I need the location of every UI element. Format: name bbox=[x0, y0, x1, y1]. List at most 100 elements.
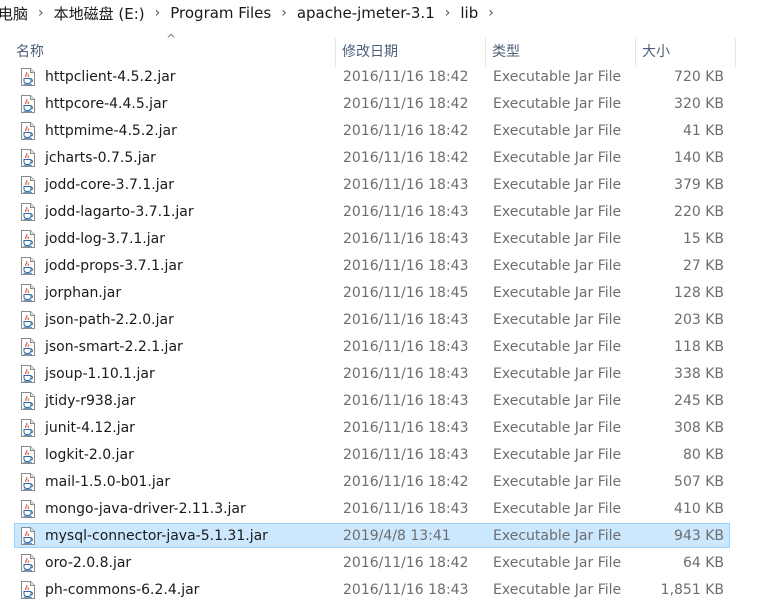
column-header-date[interactable]: 修改日期 bbox=[336, 38, 484, 67]
file-row[interactable]: jodd-lagarto-3.7.1.jar 2016/11/16 18:43 … bbox=[14, 199, 730, 224]
file-type: Executable Jar File bbox=[493, 555, 622, 571]
file-row[interactable]: mail-1.5.0-b01.jar 2016/11/16 18:42 Exec… bbox=[14, 469, 730, 494]
java-jar-file-icon bbox=[19, 473, 37, 491]
file-row[interactable]: logkit-2.0.jar 2016/11/16 18:43 Executab… bbox=[14, 442, 730, 467]
file-type: Executable Jar File bbox=[493, 177, 622, 193]
breadcrumb-chevron-icon[interactable]: › bbox=[275, 5, 293, 21]
file-modified-date: 2016/11/16 18:43 bbox=[343, 231, 469, 247]
file-size: 140 KB bbox=[674, 150, 724, 166]
file-modified-date: 2016/11/16 18:43 bbox=[343, 366, 469, 382]
java-jar-file-icon bbox=[19, 446, 37, 464]
java-jar-file-icon bbox=[19, 338, 37, 356]
file-row[interactable]: ph-commons-6.2.4.jar 2016/11/16 18:43 Ex… bbox=[14, 577, 730, 602]
file-row[interactable]: jcharts-0.7.5.jar 2016/11/16 18:42 Execu… bbox=[14, 145, 730, 170]
file-row[interactable]: httpmime-4.5.2.jar 2016/11/16 18:42 Exec… bbox=[14, 118, 730, 143]
file-row[interactable]: httpcore-4.4.5.jar 2016/11/16 18:42 Exec… bbox=[14, 91, 730, 116]
java-jar-file-icon bbox=[19, 527, 37, 545]
file-size: 720 KB bbox=[674, 69, 724, 85]
file-modified-date: 2016/11/16 18:43 bbox=[343, 312, 469, 328]
file-modified-date: 2016/11/16 18:42 bbox=[343, 96, 469, 112]
file-size: 410 KB bbox=[674, 501, 724, 517]
file-name: httpcore-4.4.5.jar bbox=[45, 96, 168, 112]
file-type: Executable Jar File bbox=[493, 258, 622, 274]
file-size: 320 KB bbox=[674, 96, 724, 112]
file-modified-date: 2016/11/16 18:45 bbox=[343, 285, 469, 301]
file-row[interactable]: jodd-log-3.7.1.jar 2016/11/16 18:43 Exec… bbox=[14, 226, 730, 251]
file-row[interactable]: junit-4.12.jar 2016/11/16 18:43 Executab… bbox=[14, 415, 730, 440]
breadcrumb-item-computer[interactable]: 电脑 bbox=[0, 3, 32, 24]
file-row[interactable]: mysql-connector-java-5.1.31.jar 2019/4/8… bbox=[14, 523, 730, 548]
file-size: 64 KB bbox=[682, 555, 724, 571]
java-jar-file-icon bbox=[19, 365, 37, 383]
file-size: 245 KB bbox=[674, 393, 724, 409]
file-row[interactable]: jorphan.jar 2016/11/16 18:45 Executable … bbox=[14, 280, 730, 305]
breadcrumb-chevron-icon[interactable]: › bbox=[482, 5, 500, 21]
file-name: mail-1.5.0-b01.jar bbox=[45, 474, 171, 490]
file-row[interactable]: jtidy-r938.jar 2016/11/16 18:43 Executab… bbox=[14, 388, 730, 413]
breadcrumb-item-program-files[interactable]: Program Files bbox=[166, 4, 275, 22]
java-jar-file-icon bbox=[19, 68, 37, 86]
file-name: jodd-props-3.7.1.jar bbox=[45, 258, 183, 274]
file-size: 15 KB bbox=[682, 231, 724, 247]
file-row[interactable]: oro-2.0.8.jar 2016/11/16 18:42 Executabl… bbox=[14, 550, 730, 575]
java-jar-file-icon bbox=[19, 149, 37, 167]
breadcrumb-item-jmeter[interactable]: apache-jmeter-3.1 bbox=[293, 4, 439, 22]
file-type: Executable Jar File bbox=[493, 150, 622, 166]
file-row[interactable]: json-smart-2.2.1.jar 2016/11/16 18:43 Ex… bbox=[14, 334, 730, 359]
file-type: Executable Jar File bbox=[493, 393, 622, 409]
breadcrumb-item-drive[interactable]: 本地磁盘 (E:) bbox=[50, 3, 149, 24]
file-type: Executable Jar File bbox=[493, 366, 622, 382]
file-size: 203 KB bbox=[674, 312, 724, 328]
file-modified-date: 2016/11/16 18:43 bbox=[343, 582, 469, 598]
file-modified-date: 2016/11/16 18:43 bbox=[343, 447, 469, 463]
file-type: Executable Jar File bbox=[493, 582, 622, 598]
column-divider[interactable] bbox=[735, 38, 736, 67]
java-jar-file-icon bbox=[19, 419, 37, 437]
file-row[interactable]: json-path-2.2.0.jar 2016/11/16 18:43 Exe… bbox=[14, 307, 730, 332]
file-name: jodd-log-3.7.1.jar bbox=[45, 231, 165, 247]
file-size: 118 KB bbox=[674, 339, 724, 355]
file-modified-date: 2016/11/16 18:43 bbox=[343, 339, 469, 355]
file-name: jcharts-0.7.5.jar bbox=[45, 150, 156, 166]
file-modified-date: 2016/11/16 18:43 bbox=[343, 420, 469, 436]
java-jar-file-icon bbox=[19, 581, 37, 599]
java-jar-file-icon bbox=[19, 392, 37, 410]
file-type: Executable Jar File bbox=[493, 204, 622, 220]
breadcrumb-item-lib[interactable]: lib bbox=[456, 4, 482, 22]
file-name: mongo-java-driver-2.11.3.jar bbox=[45, 501, 246, 517]
file-name: httpclient-4.5.2.jar bbox=[45, 69, 176, 85]
file-type: Executable Jar File bbox=[493, 528, 622, 544]
file-modified-date: 2016/11/16 18:43 bbox=[343, 204, 469, 220]
file-name: jsoup-1.10.1.jar bbox=[45, 366, 155, 382]
file-row[interactable]: jsoup-1.10.1.jar 2016/11/16 18:43 Execut… bbox=[14, 361, 730, 386]
file-modified-date: 2016/11/16 18:42 bbox=[343, 69, 469, 85]
java-jar-file-icon bbox=[19, 176, 37, 194]
file-modified-date: 2019/4/8 13:41 bbox=[343, 528, 451, 544]
file-name: httpmime-4.5.2.jar bbox=[45, 123, 177, 139]
column-header-name[interactable]: 名称 bbox=[10, 38, 335, 67]
column-header-type[interactable]: 类型 bbox=[486, 38, 634, 67]
breadcrumb-chevron-icon[interactable]: › bbox=[149, 5, 167, 21]
file-type: Executable Jar File bbox=[493, 420, 622, 436]
breadcrumb-chevron-icon[interactable]: › bbox=[32, 5, 50, 21]
file-size: 507 KB bbox=[674, 474, 724, 490]
breadcrumb-chevron-icon[interactable]: › bbox=[439, 5, 457, 21]
file-row[interactable]: jodd-core-3.7.1.jar 2016/11/16 18:43 Exe… bbox=[14, 172, 730, 197]
column-header-bar: ^ 名称 修改日期 类型 大小 bbox=[0, 32, 759, 67]
file-size: 41 KB bbox=[682, 123, 724, 139]
java-jar-file-icon bbox=[19, 203, 37, 221]
file-type: Executable Jar File bbox=[493, 123, 622, 139]
column-header-size[interactable]: 大小 bbox=[636, 38, 736, 67]
file-modified-date: 2016/11/16 18:43 bbox=[343, 393, 469, 409]
file-row[interactable]: httpclient-4.5.2.jar 2016/11/16 18:42 Ex… bbox=[14, 64, 730, 89]
file-type: Executable Jar File bbox=[493, 312, 622, 328]
file-modified-date: 2016/11/16 18:42 bbox=[343, 555, 469, 571]
file-row[interactable]: mongo-java-driver-2.11.3.jar 2016/11/16 … bbox=[14, 496, 730, 521]
file-size: 220 KB bbox=[674, 204, 724, 220]
breadcrumb: 电脑 › 本地磁盘 (E:) › Program Files › apache-… bbox=[0, 0, 759, 26]
file-row[interactable]: jodd-props-3.7.1.jar 2016/11/16 18:43 Ex… bbox=[14, 253, 730, 278]
file-name: json-path-2.2.0.jar bbox=[45, 312, 174, 328]
file-type: Executable Jar File bbox=[493, 96, 622, 112]
file-type: Executable Jar File bbox=[493, 447, 622, 463]
file-type: Executable Jar File bbox=[493, 69, 622, 85]
